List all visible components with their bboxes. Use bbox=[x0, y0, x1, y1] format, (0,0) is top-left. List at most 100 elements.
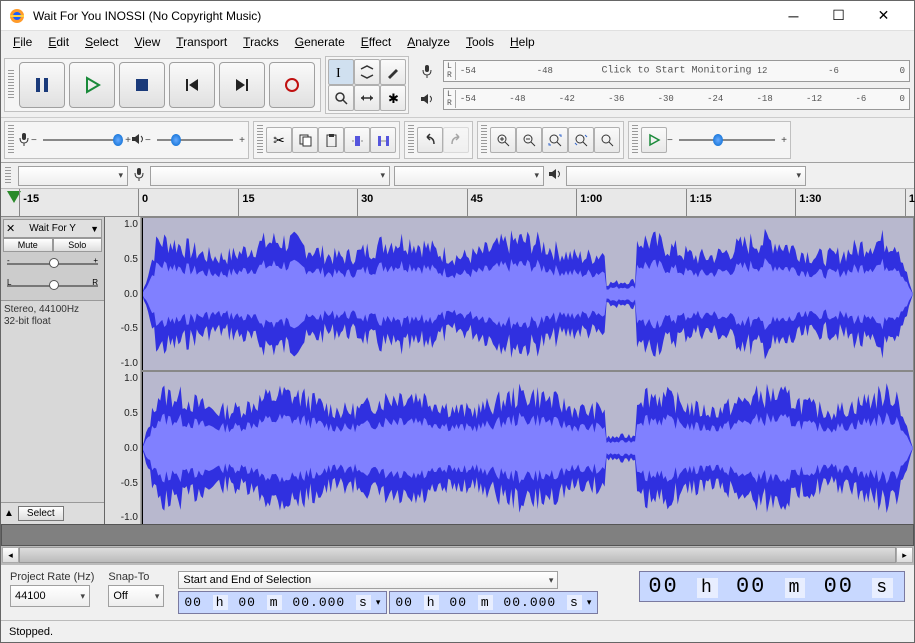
pause-button[interactable] bbox=[19, 62, 65, 108]
amplitude-scale: 1.00.50.0-0.5-1.0 bbox=[105, 371, 141, 524]
track-format-info: Stereo, 44100Hz 32-bit float bbox=[1, 301, 104, 331]
recording-channels-combo[interactable] bbox=[394, 166, 544, 186]
edit-toolbar: ✂ bbox=[253, 121, 400, 159]
playback-speed-slider[interactable]: −+ bbox=[667, 130, 787, 150]
copy-button[interactable] bbox=[292, 127, 318, 153]
silence-button[interactable] bbox=[370, 127, 396, 153]
snap-to-combo[interactable]: Off bbox=[108, 585, 164, 607]
waveform-area[interactable]: 1.00.50.0-0.5-1.0 1.00.50.0-0.5-1.0 bbox=[105, 217, 914, 524]
scroll-left-button[interactable]: ◂ bbox=[2, 547, 19, 563]
menu-view[interactable]: View bbox=[126, 33, 168, 51]
recording-device-combo[interactable] bbox=[150, 166, 390, 186]
toolbar-grip[interactable] bbox=[5, 167, 11, 185]
mute-button[interactable]: Mute bbox=[3, 238, 53, 252]
timeline-tick: 1:00 bbox=[576, 189, 602, 216]
fit-project-button[interactable] bbox=[568, 127, 594, 153]
recording-volume-slider[interactable]: −+ bbox=[31, 130, 131, 150]
minimize-button[interactable]: ─ bbox=[771, 1, 816, 30]
toolbar-grip[interactable] bbox=[408, 125, 414, 155]
multi-tool[interactable]: ✱ bbox=[380, 85, 406, 111]
gain-slider[interactable]: - + bbox=[7, 254, 98, 274]
selection-tool[interactable]: I bbox=[328, 59, 354, 85]
solo-button[interactable]: Solo bbox=[53, 238, 103, 252]
playback-meter[interactable]: LR -54-48-42-36-30-24-18-12-60 bbox=[443, 88, 910, 110]
zoom-toggle-button[interactable] bbox=[594, 127, 620, 153]
recording-meter-message[interactable]: Click to Start Monitoring bbox=[595, 66, 757, 77]
zoom-in-button[interactable] bbox=[490, 127, 516, 153]
audio-host-combo[interactable] bbox=[18, 166, 128, 186]
cursor-line bbox=[142, 372, 143, 524]
project-rate-label: Project Rate (Hz) bbox=[10, 571, 94, 583]
toolbar-grip[interactable] bbox=[257, 125, 263, 155]
project-rate-combo[interactable]: 44100 bbox=[10, 585, 90, 607]
maximize-button[interactable]: ☐ bbox=[816, 1, 861, 30]
zoom-out-button[interactable] bbox=[516, 127, 542, 153]
cursor-line bbox=[142, 218, 143, 370]
trim-button[interactable] bbox=[344, 127, 370, 153]
scrollbar-thumb[interactable] bbox=[19, 547, 896, 563]
toolbar-grip[interactable] bbox=[8, 70, 14, 100]
horizontal-scrollbar[interactable]: ◂ ▸ bbox=[1, 546, 914, 564]
skip-end-button[interactable] bbox=[219, 62, 265, 108]
toolbar-grip[interactable] bbox=[8, 125, 14, 155]
playback-volume-slider[interactable]: −+ bbox=[145, 130, 245, 150]
timeshift-tool[interactable] bbox=[354, 85, 380, 111]
toolbar-grip[interactable] bbox=[632, 125, 638, 155]
menu-effect[interactable]: Effect bbox=[353, 33, 399, 51]
close-button[interactable]: ✕ bbox=[861, 1, 906, 30]
playback-device-combo[interactable] bbox=[566, 166, 806, 186]
selection-start-time[interactable]: 00 h 00 m 00.000 s▾ bbox=[178, 591, 387, 614]
recording-meter[interactable]: LR -54-48--8-12-60 Click to Start Monito… bbox=[443, 60, 910, 82]
menu-generate[interactable]: Generate bbox=[287, 33, 353, 51]
pan-slider[interactable]: L R bbox=[7, 276, 98, 296]
selection-mode-combo[interactable]: Start and End of Selection bbox=[178, 571, 558, 589]
timeline-tick: -15 bbox=[19, 189, 39, 216]
waveform-right-channel[interactable] bbox=[141, 371, 914, 524]
app-icon bbox=[9, 8, 25, 24]
timeline-ruler[interactable]: -1501530451:001:151:301:45 bbox=[1, 189, 914, 217]
track-select-button[interactable]: Select bbox=[18, 506, 64, 521]
menu-tracks[interactable]: Tracks bbox=[235, 33, 287, 51]
track-area: ✕ Wait For Y ▼ Mute Solo - + L R Stereo,… bbox=[1, 217, 914, 524]
toolbar-area: I ✱ LR -54-48--8-12-60 Click to Start Mo… bbox=[1, 53, 914, 163]
fit-selection-button[interactable] bbox=[542, 127, 568, 153]
envelope-tool[interactable] bbox=[354, 59, 380, 85]
stop-button[interactable] bbox=[119, 62, 165, 108]
menu-tools[interactable]: Tools bbox=[458, 33, 502, 51]
skip-start-button[interactable] bbox=[169, 62, 215, 108]
draw-tool[interactable] bbox=[380, 59, 406, 85]
collapse-icon[interactable]: ▲ bbox=[4, 508, 14, 519]
record-button[interactable] bbox=[269, 62, 315, 108]
zoom-tool[interactable] bbox=[328, 85, 354, 111]
speaker-icon bbox=[414, 86, 440, 112]
paste-button[interactable] bbox=[318, 127, 344, 153]
undo-button[interactable] bbox=[417, 127, 443, 153]
mic-icon bbox=[414, 58, 440, 84]
selection-end-time[interactable]: 00 h 00 m 00.000 s▾ bbox=[389, 591, 598, 614]
menu-analyze[interactable]: Analyze bbox=[399, 33, 458, 51]
audio-position-time[interactable]: 00 h 00 m 00 s bbox=[639, 571, 905, 602]
waveform-left-channel[interactable] bbox=[141, 217, 914, 371]
menu-select[interactable]: Select bbox=[77, 33, 126, 51]
titlebar: Wait For You INOSSI (No Copyright Music)… bbox=[1, 1, 914, 31]
menu-help[interactable]: Help bbox=[502, 33, 543, 51]
menu-file[interactable]: File bbox=[5, 33, 40, 51]
timeline-tick: 15 bbox=[238, 189, 254, 216]
device-toolbar bbox=[1, 163, 914, 189]
menu-transport[interactable]: Transport bbox=[168, 33, 235, 51]
mic-icon bbox=[17, 132, 31, 149]
toolbar-grip[interactable] bbox=[481, 125, 487, 155]
scroll-right-button[interactable]: ▸ bbox=[896, 547, 913, 563]
redo-button[interactable] bbox=[443, 127, 469, 153]
menu-edit[interactable]: Edit bbox=[40, 33, 77, 51]
zoom-toolbar bbox=[477, 121, 624, 159]
timeline-tick: 0 bbox=[138, 189, 148, 216]
cut-button[interactable]: ✂ bbox=[266, 127, 292, 153]
playatspeed-toolbar: −+ bbox=[628, 121, 791, 159]
selection-toolbar: Project Rate (Hz) 44100 Snap-To Off Star… bbox=[1, 564, 914, 620]
timeline-tick: 1:30 bbox=[795, 189, 821, 216]
play-button[interactable] bbox=[69, 62, 115, 108]
track-name-dropdown[interactable]: ✕ Wait For Y ▼ bbox=[3, 219, 102, 238]
play-at-speed-button[interactable] bbox=[641, 127, 667, 153]
track-area-spacer bbox=[1, 524, 914, 546]
